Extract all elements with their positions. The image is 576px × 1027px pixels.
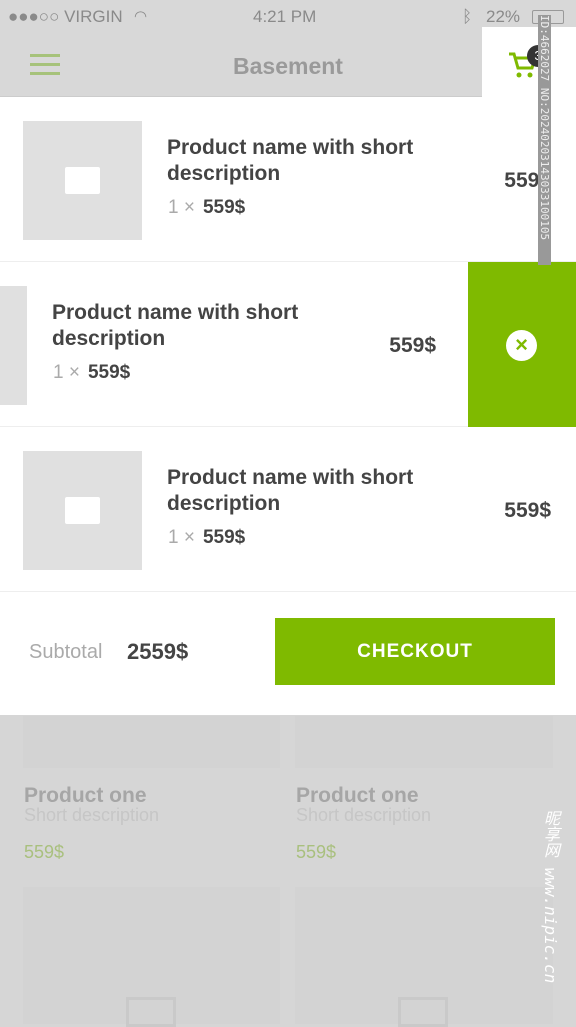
grid-product-price: 559$ (24, 842, 65, 862)
time: 4:21 PM (253, 7, 317, 26)
quantity: 1 × 559$ (168, 197, 245, 219)
close-icon: × (506, 330, 537, 361)
watermark-site: 昵享网 www.nipic.cn (541, 810, 560, 984)
product-thumbnail (23, 451, 142, 570)
unit-price: 559$ (202, 197, 246, 218)
watermark-id: ID:4662027 NO:20240203143033100105 (538, 15, 551, 265)
product-thumbnail (23, 121, 142, 240)
cart-panel: Product name with short description 1 × 5… (0, 97, 576, 715)
product-name: Product name with short description (167, 136, 414, 185)
cart-item-swiped[interactable]: Product name with short description 1 × 5… (0, 262, 576, 427)
cart-item[interactable]: Product name with short description 1 × 5… (0, 97, 576, 262)
cart-footer: Subtotal 2559$ CHECKOUT (0, 594, 576, 715)
product-card[interactable] (295, 887, 553, 1027)
delete-item-button[interactable]: × (468, 262, 576, 427)
product-card-image[interactable] (295, 716, 553, 768)
qty-value: 1 × (168, 197, 195, 218)
qty-value: 1 × (53, 362, 80, 383)
product-card[interactable] (23, 887, 280, 1027)
subtotal-label: Subtotal (29, 641, 103, 663)
grid-product-price: 559$ (296, 842, 337, 862)
product-thumbnail (0, 286, 27, 405)
checkout-button[interactable]: CHECKOUT (275, 618, 555, 685)
wifi-icon: ◠ (134, 8, 148, 25)
quantity: 1 × 559$ (53, 362, 130, 384)
item-price: 559$ (389, 334, 436, 357)
image-icon (126, 997, 176, 1027)
cart-button[interactable]: 3 (482, 27, 576, 98)
carrier: ●●●○○ VIRGIN (8, 7, 123, 26)
cart-item[interactable]: Product name with short description 1 × 5… (0, 427, 576, 592)
quantity: 1 × 559$ (168, 527, 245, 549)
unit-price: 559$ (87, 362, 131, 383)
item-price: 559$ (504, 499, 551, 522)
subtotal-value: 2559$ (127, 639, 189, 664)
qty-value: 1 × (168, 527, 195, 548)
image-icon (65, 167, 100, 194)
bluetooth-icon: ᛒ (462, 7, 473, 26)
battery-percent: 22% (486, 7, 521, 26)
image-icon (398, 997, 448, 1027)
unit-price: 559$ (202, 527, 246, 548)
grid-product-desc: Short description (24, 805, 160, 825)
grid-product-desc: Short description (296, 805, 432, 825)
image-icon (65, 497, 100, 524)
product-card-image[interactable] (23, 716, 280, 768)
product-name: Product name with short description (167, 466, 414, 515)
product-name: Product name with short description (52, 301, 299, 350)
